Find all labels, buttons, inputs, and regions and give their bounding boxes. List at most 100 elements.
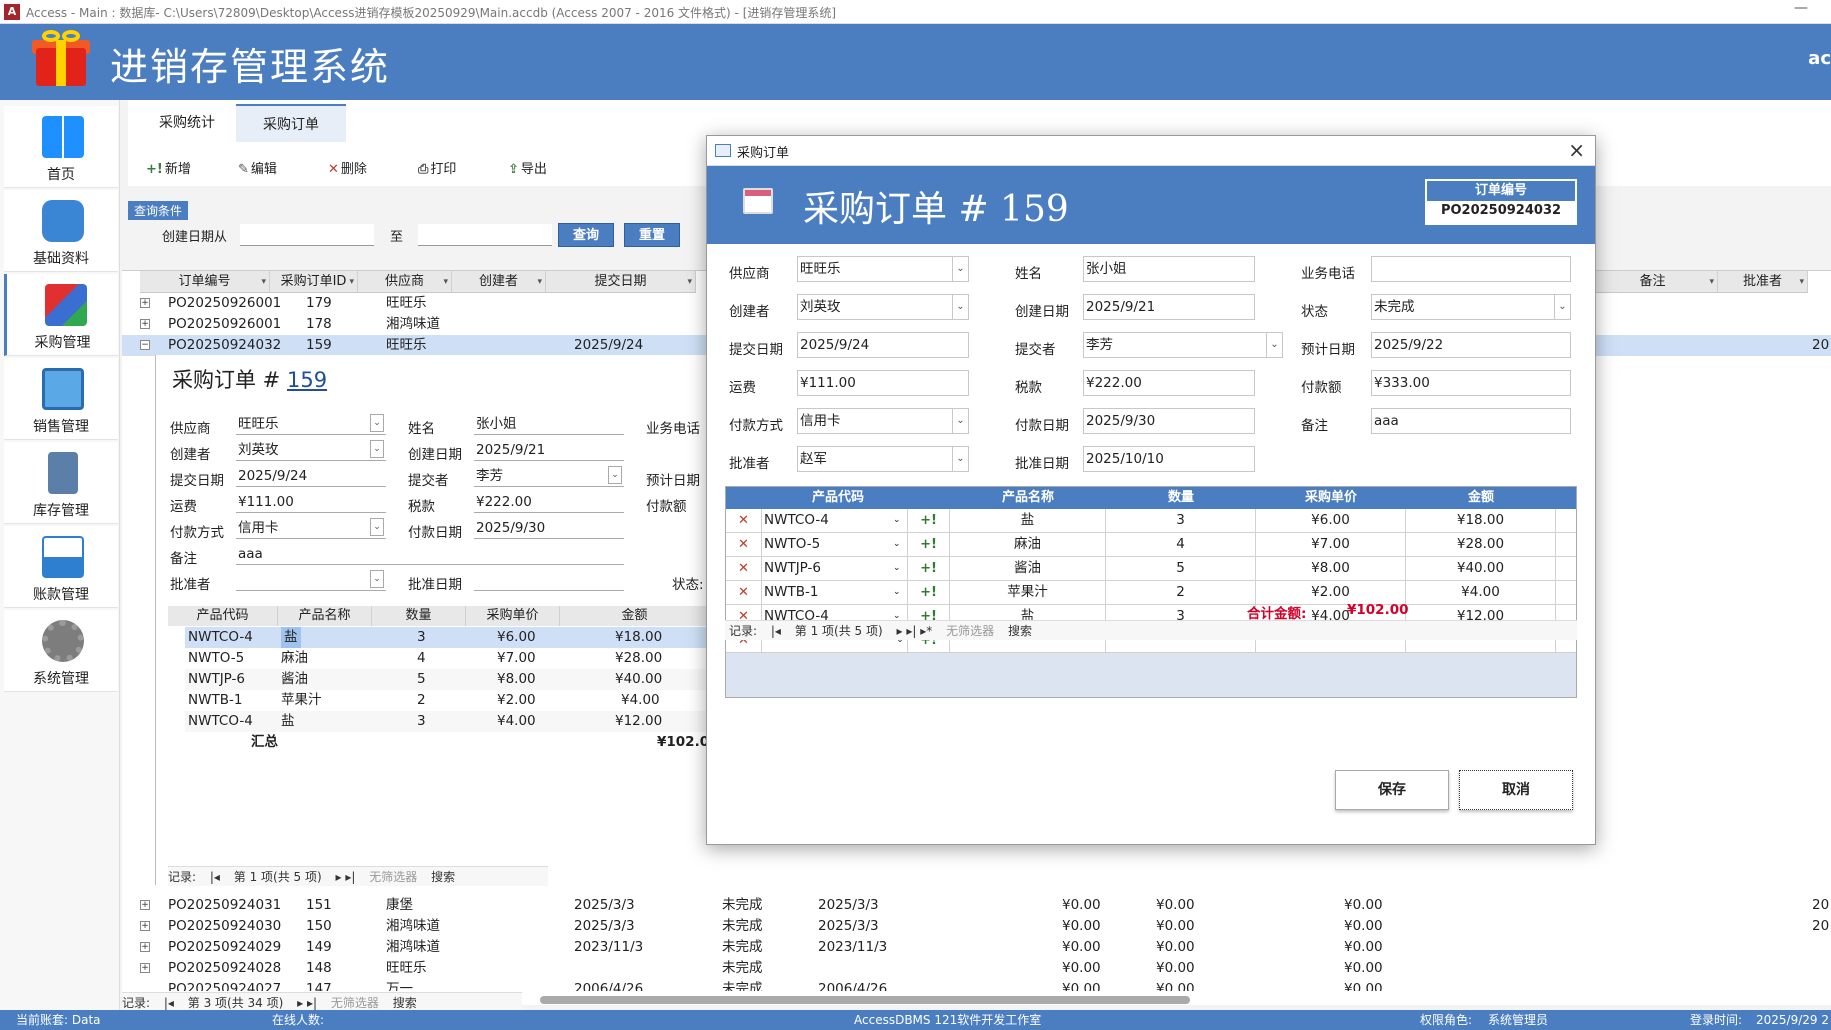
table-row[interactable]: + PO20250924028 148 旺旺乐 未完成 ¥0.00 ¥0.00 …: [122, 958, 1831, 979]
order-line-row[interactable]: ✕ NWTO-5 ⌄ +! 麻油 4 ¥7.00 ¥28.00: [726, 533, 1576, 557]
product-code-select[interactable]: NWTB-1 ⌄: [762, 581, 908, 605]
add-product-icon[interactable]: +!: [908, 581, 950, 605]
nav-first-icon[interactable]: |◂: [164, 996, 174, 1010]
product-code-select[interactable]: NWTCO-4 ⌄: [762, 509, 908, 533]
quantity[interactable]: 4: [1106, 533, 1256, 557]
col-header-submit-date[interactable]: 提交日期: [546, 271, 696, 293]
nav-filter[interactable]: 无筛选器: [331, 996, 379, 1010]
sidebar-item-accounts[interactable]: 账款管理: [4, 526, 118, 608]
sub-field-creator[interactable]: 刘英玫: [236, 439, 386, 461]
name-field[interactable]: 张小姐: [1083, 256, 1255, 282]
minimize-button[interactable]: —: [1791, 0, 1811, 22]
col-header-name[interactable]: 产品名称: [950, 487, 1106, 509]
add-product-icon[interactable]: +!: [908, 557, 950, 581]
table-row[interactable]: + PO20250924031 151 康堡 2025/3/3 未完成 2025…: [122, 895, 1831, 916]
chevron-down-icon[interactable]: ⌄: [370, 518, 384, 536]
sub-col-price[interactable]: 采购单价: [466, 606, 560, 626]
col-header-price[interactable]: 采购单价: [1256, 487, 1406, 509]
list-item[interactable]: NWTB-1 苹果汁 2 ¥2.00 ¥4.00: [185, 690, 710, 711]
nav-first-icon[interactable]: |◂: [210, 870, 220, 884]
chevron-down-icon[interactable]: ⌄: [952, 257, 968, 281]
sub-col-amount[interactable]: 金额: [560, 606, 710, 626]
chevron-down-icon[interactable]: ⌄: [608, 466, 622, 484]
nav-first-icon[interactable]: |◂: [771, 624, 781, 638]
sub-field-submitter[interactable]: 李芳: [474, 465, 624, 487]
sub-field-tax[interactable]: ¥222.00: [474, 491, 624, 513]
col-header-order-id[interactable]: 采购订单ID: [270, 271, 358, 293]
sub-field-pay-method[interactable]: 信用卡: [236, 517, 386, 539]
chevron-down-icon[interactable]: ⌄: [893, 557, 907, 580]
order-line-row[interactable]: ✕ NWTCO-4 ⌄ +! 盐 3 ¥6.00 ¥18.00: [726, 509, 1576, 533]
add-product-icon[interactable]: +!: [908, 533, 950, 557]
product-code-select[interactable]: NWTJP-6 ⌄: [762, 557, 908, 581]
col-header-qty[interactable]: 数量: [1106, 487, 1256, 509]
nav-position[interactable]: 第 1 项(共 5 项): [234, 870, 322, 884]
chevron-down-icon[interactable]: ⌄: [1554, 295, 1570, 319]
unit-price[interactable]: ¥8.00: [1256, 557, 1406, 581]
col-header-order-no[interactable]: 订单编号: [140, 271, 270, 293]
delete-row-icon[interactable]: ✕: [726, 557, 762, 581]
sub-field-approve-date[interactable]: [474, 569, 624, 591]
close-icon[interactable]: ×: [1568, 138, 1585, 162]
chevron-down-icon[interactable]: ⌄: [952, 447, 968, 471]
table-row[interactable]: + PO20250924030 150 湘鸿味道 2025/3/3 未完成 20…: [122, 916, 1831, 937]
note-field[interactable]: aaa: [1371, 408, 1571, 434]
sub-field-note[interactable]: aaa: [236, 543, 624, 565]
delete-row-icon[interactable]: ✕: [726, 509, 762, 533]
chevron-down-icon[interactable]: ⌄: [893, 509, 907, 532]
date-from-input[interactable]: [240, 224, 374, 246]
nav-search[interactable]: 搜索: [393, 996, 417, 1010]
chevron-down-icon[interactable]: ⌄: [893, 533, 907, 556]
nav-filter[interactable]: 无筛选器: [946, 624, 994, 638]
reset-button[interactable]: 重置: [624, 223, 680, 247]
col-header-supplier[interactable]: 供应商: [358, 271, 452, 293]
sidebar-item-inventory[interactable]: 库存管理: [4, 442, 118, 524]
nav-search[interactable]: 搜索: [1008, 624, 1032, 638]
pay-method-select[interactable]: 信用卡 ⌄: [797, 408, 969, 434]
sub-field-freight[interactable]: ¥111.00: [236, 491, 386, 513]
status-select[interactable]: 未完成 ⌄: [1371, 294, 1571, 320]
tab-purchase-stats[interactable]: 采购统计: [140, 104, 234, 142]
print-button[interactable]: ⎙ 打印: [418, 158, 456, 177]
supplier-select[interactable]: 旺旺乐 ⌄: [797, 256, 969, 282]
sidebar-item-purchase[interactable]: 采购管理: [4, 274, 118, 356]
product-code-select[interactable]: NWTO-5 ⌄: [762, 533, 908, 557]
nav-next-icon[interactable]: ▸ ▸|: [336, 870, 356, 884]
expand-icon[interactable]: +: [140, 942, 150, 952]
chevron-down-icon[interactable]: ⌄: [370, 414, 384, 432]
date-to-input[interactable]: [418, 224, 552, 246]
col-header-creator[interactable]: 创建者: [452, 271, 546, 293]
nav-next-icon[interactable]: ▸ ▸| ▸*: [897, 624, 933, 638]
approver-select[interactable]: 赵军 ⌄: [797, 446, 969, 472]
delete-row-icon[interactable]: ✕: [726, 581, 762, 605]
created-date-field[interactable]: 2025/9/21: [1083, 294, 1255, 320]
expand-icon[interactable]: +: [140, 963, 150, 973]
sub-field-pay-date[interactable]: 2025/9/30: [474, 517, 624, 539]
creator-select[interactable]: 刘英玫 ⌄: [797, 294, 969, 320]
sub-col-qty[interactable]: 数量: [372, 606, 466, 626]
expand-icon[interactable]: +: [140, 900, 150, 910]
sub-field-submit-date[interactable]: 2025/9/24: [236, 465, 386, 487]
new-button[interactable]: +! 新增: [146, 158, 191, 177]
collapse-icon[interactable]: −: [140, 340, 150, 350]
unit-price[interactable]: ¥7.00: [1256, 533, 1406, 557]
nav-search[interactable]: 搜索: [431, 870, 455, 884]
expected-date-field[interactable]: 2025/9/22: [1371, 332, 1571, 358]
tax-field[interactable]: ¥222.00: [1083, 370, 1255, 396]
sub-field-approver[interactable]: [236, 569, 386, 591]
sub-field-created[interactable]: 2025/9/21: [474, 439, 624, 461]
export-button[interactable]: ⇪ 导出: [508, 158, 547, 177]
unit-price[interactable]: ¥6.00: [1256, 509, 1406, 533]
paid-field[interactable]: ¥333.00: [1371, 370, 1571, 396]
list-item[interactable]: NWTCO-4 盐 3 ¥6.00 ¥18.00: [185, 627, 710, 648]
pay-date-field[interactable]: 2025/9/30: [1083, 408, 1255, 434]
chevron-down-icon[interactable]: ⌄: [370, 570, 384, 588]
order-line-row[interactable]: ✕ NWTB-1 ⌄ +! 苹果汁 2 ¥2.00 ¥4.00: [726, 581, 1576, 605]
sidebar-item-basic-data[interactable]: 基础资料: [4, 190, 118, 272]
nav-position[interactable]: 第 3 项(共 34 项): [188, 996, 284, 1010]
sidebar-item-home[interactable]: 首页: [4, 106, 118, 188]
add-product-icon[interactable]: +!: [908, 509, 950, 533]
nav-next-icon[interactable]: ▸ ▸|: [297, 996, 317, 1010]
chevron-down-icon[interactable]: ⌄: [952, 409, 968, 433]
approve-date-field[interactable]: 2025/10/10: [1083, 446, 1255, 472]
